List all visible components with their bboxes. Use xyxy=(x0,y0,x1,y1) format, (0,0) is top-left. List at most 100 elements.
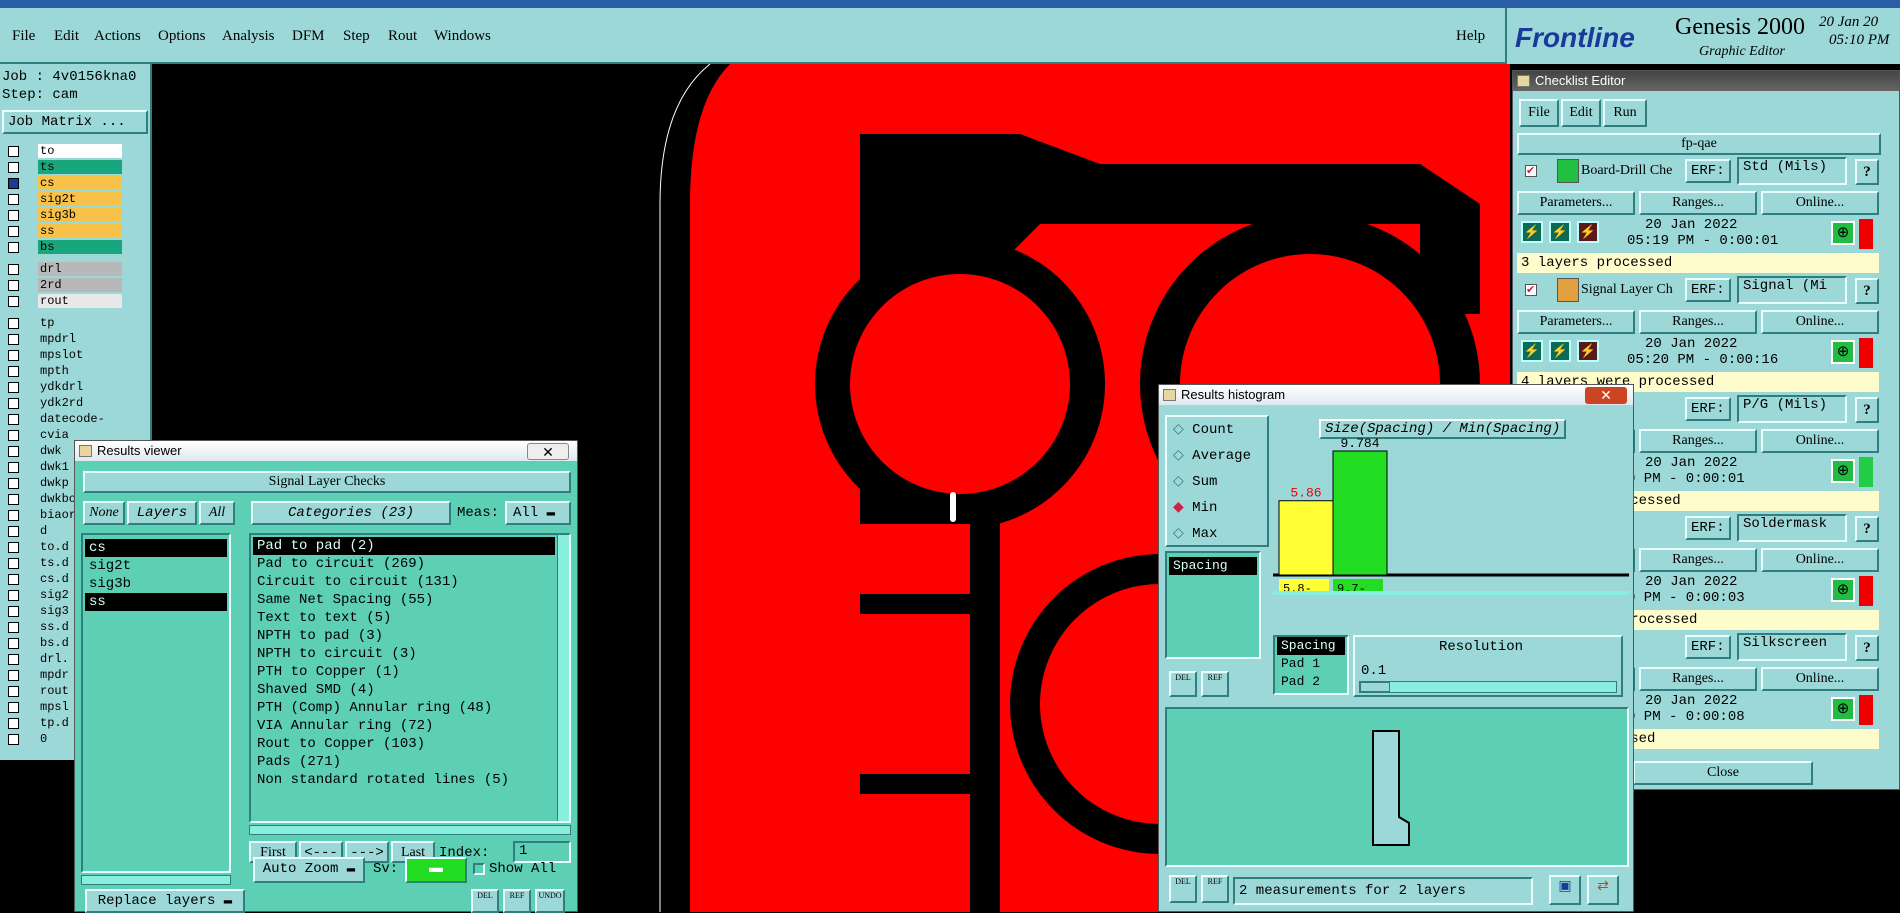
layer-checkbox[interactable] xyxy=(8,686,19,697)
erf-value[interactable]: P/G (Mils) xyxy=(1737,395,1847,423)
erf-value[interactable]: Silkscreen xyxy=(1737,633,1847,661)
help-button[interactable]: ? xyxy=(1855,159,1879,185)
layer-checkbox[interactable] xyxy=(8,526,19,537)
close-icon[interactable]: ✕ xyxy=(527,443,569,460)
list-item[interactable]: cs xyxy=(85,539,227,557)
menu-file[interactable]: File xyxy=(12,28,35,45)
list-item[interactable]: sig2t xyxy=(85,557,227,575)
layer-row[interactable]: drl xyxy=(2,262,122,277)
measure-list[interactable]: Spacing Pad 1 Pad 2 xyxy=(1273,635,1349,695)
layer-checkbox[interactable] xyxy=(8,718,19,729)
list-item[interactable]: Pad to circuit (269) xyxy=(253,555,555,573)
show-all-checkbox[interactable] xyxy=(473,863,485,875)
list-item[interactable]: Pad to pad (2) xyxy=(253,537,555,555)
meas-dropdown[interactable]: All ▬ xyxy=(505,501,571,525)
layer-checkbox[interactable] xyxy=(8,264,19,275)
sv-color-dropdown[interactable]: ▬ xyxy=(405,857,467,883)
layer-checkbox[interactable] xyxy=(8,366,19,377)
layer-row[interactable]: cs xyxy=(2,176,122,191)
layer-checkbox[interactable] xyxy=(8,558,19,569)
help-button[interactable]: ? xyxy=(1855,516,1879,542)
layer-checkbox[interactable] xyxy=(8,606,19,617)
layer-row[interactable]: to xyxy=(2,144,122,159)
menu-windows[interactable]: Windows xyxy=(434,28,491,45)
layer-checkbox[interactable] xyxy=(8,430,19,441)
list-item[interactable]: NPTH to circuit (3) xyxy=(253,645,555,663)
layer-row[interactable]: tp xyxy=(2,316,122,331)
menu-dfm[interactable]: DFM xyxy=(292,28,325,45)
online-button[interactable]: Online... xyxy=(1761,310,1879,334)
run-all-icon[interactable]: ⚡ xyxy=(1549,340,1571,362)
categories-hscroll[interactable] xyxy=(249,825,571,835)
menu-rout[interactable]: Rout xyxy=(388,28,417,45)
run-step-icon[interactable]: ⚡ xyxy=(1577,340,1599,362)
menu-help[interactable]: Help xyxy=(1456,28,1485,45)
list-item[interactable]: Spacing xyxy=(1277,637,1345,655)
menu-edit[interactable]: Edit xyxy=(54,28,79,45)
ranges-button[interactable]: Ranges... xyxy=(1639,310,1757,334)
layer-checkbox[interactable] xyxy=(8,670,19,681)
list-item[interactable]: Shaved SMD (4) xyxy=(253,681,555,699)
ranges-button[interactable]: Ranges... xyxy=(1639,429,1757,453)
del-icon[interactable]: DEL xyxy=(1169,875,1197,903)
del-icon[interactable]: DEL xyxy=(1169,671,1197,697)
auto-zoom-dropdown[interactable]: Auto Zoom ▬ xyxy=(253,857,365,883)
layer-checkbox[interactable] xyxy=(8,622,19,633)
del-icon[interactable]: DEL xyxy=(471,889,499,913)
checklist-menu-file[interactable]: File xyxy=(1519,99,1559,127)
layer-checkbox[interactable] xyxy=(8,350,19,361)
list-item[interactable]: ss xyxy=(85,593,227,611)
list-item[interactable]: Pads (271) xyxy=(253,753,555,771)
list-item[interactable]: NPTH to pad (3) xyxy=(253,627,555,645)
layer-checkbox[interactable] xyxy=(8,280,19,291)
parameters-button[interactable]: Parameters... xyxy=(1517,191,1635,215)
none-button[interactable]: None xyxy=(83,501,125,525)
categories-button[interactable]: Categories (23) xyxy=(251,501,451,525)
online-button[interactable]: Online... xyxy=(1761,667,1879,691)
layer-row[interactable]: ts xyxy=(2,160,122,175)
erf-value[interactable]: Signal (Mi xyxy=(1737,276,1847,304)
list-item[interactable]: Spacing xyxy=(1169,557,1257,575)
layer-checkbox[interactable] xyxy=(8,638,19,649)
layer-checkbox[interactable] xyxy=(8,162,19,173)
layer-checkbox[interactable] xyxy=(8,478,19,489)
measure-type-list[interactable]: Spacing xyxy=(1165,551,1261,659)
layer-checkbox[interactable] xyxy=(8,542,19,553)
layer-checkbox[interactable] xyxy=(8,318,19,329)
layer-checkbox[interactable] xyxy=(8,194,19,205)
ref-icon[interactable]: REF xyxy=(1201,875,1229,903)
erf-value[interactable]: Std (Mils) xyxy=(1737,157,1847,185)
ref-icon[interactable]: REF xyxy=(503,889,531,913)
categories-list[interactable]: Pad to pad (2) Pad to circuit (269) Circui… xyxy=(249,533,571,823)
online-button[interactable]: Online... xyxy=(1761,548,1879,572)
undo-icon[interactable]: UNDO xyxy=(535,889,565,913)
resolution-slider[interactable] xyxy=(1359,681,1617,693)
close-icon[interactable]: ✕ xyxy=(1585,387,1627,404)
layer-checkbox[interactable] xyxy=(8,242,19,253)
layer-checkbox[interactable] xyxy=(8,494,19,505)
layer-checkbox[interactable] xyxy=(8,296,19,307)
layer-row[interactable]: mpdrl xyxy=(2,332,122,347)
histogram-bar[interactable] xyxy=(1278,500,1334,576)
layer-checkbox[interactable] xyxy=(8,462,19,473)
check-enabled-checkbox[interactable]: ✔ xyxy=(1525,284,1537,296)
zoom-icon[interactable]: ⊕ xyxy=(1831,221,1855,245)
list-item[interactable]: Non standard rotated lines (5) xyxy=(253,771,555,789)
list-item[interactable]: VIA Annular ring (72) xyxy=(253,717,555,735)
categories-vscroll[interactable] xyxy=(557,535,569,821)
list-item[interactable]: Text to text (5) xyxy=(253,609,555,627)
layer-row[interactable]: mpth xyxy=(2,364,122,379)
layer-checkbox[interactable] xyxy=(8,734,19,745)
layer-checkbox[interactable] xyxy=(8,398,19,409)
layer-checkbox[interactable] xyxy=(8,654,19,665)
run-icon[interactable]: ⚡ xyxy=(1521,221,1543,243)
option-sum[interactable]: ◇ Sum xyxy=(1173,473,1217,495)
layer-checkbox[interactable] xyxy=(8,510,19,521)
ranges-button[interactable]: Ranges... xyxy=(1639,191,1757,215)
layer-row[interactable]: ydk2rd xyxy=(2,396,122,411)
online-button[interactable]: Online... xyxy=(1761,191,1879,215)
layer-checkbox[interactable] xyxy=(8,590,19,601)
layer-results-list[interactable]: cs sig2t sig3b ss xyxy=(81,533,231,873)
layer-row[interactable]: rout xyxy=(2,294,122,309)
layer-checkbox[interactable] xyxy=(8,702,19,713)
